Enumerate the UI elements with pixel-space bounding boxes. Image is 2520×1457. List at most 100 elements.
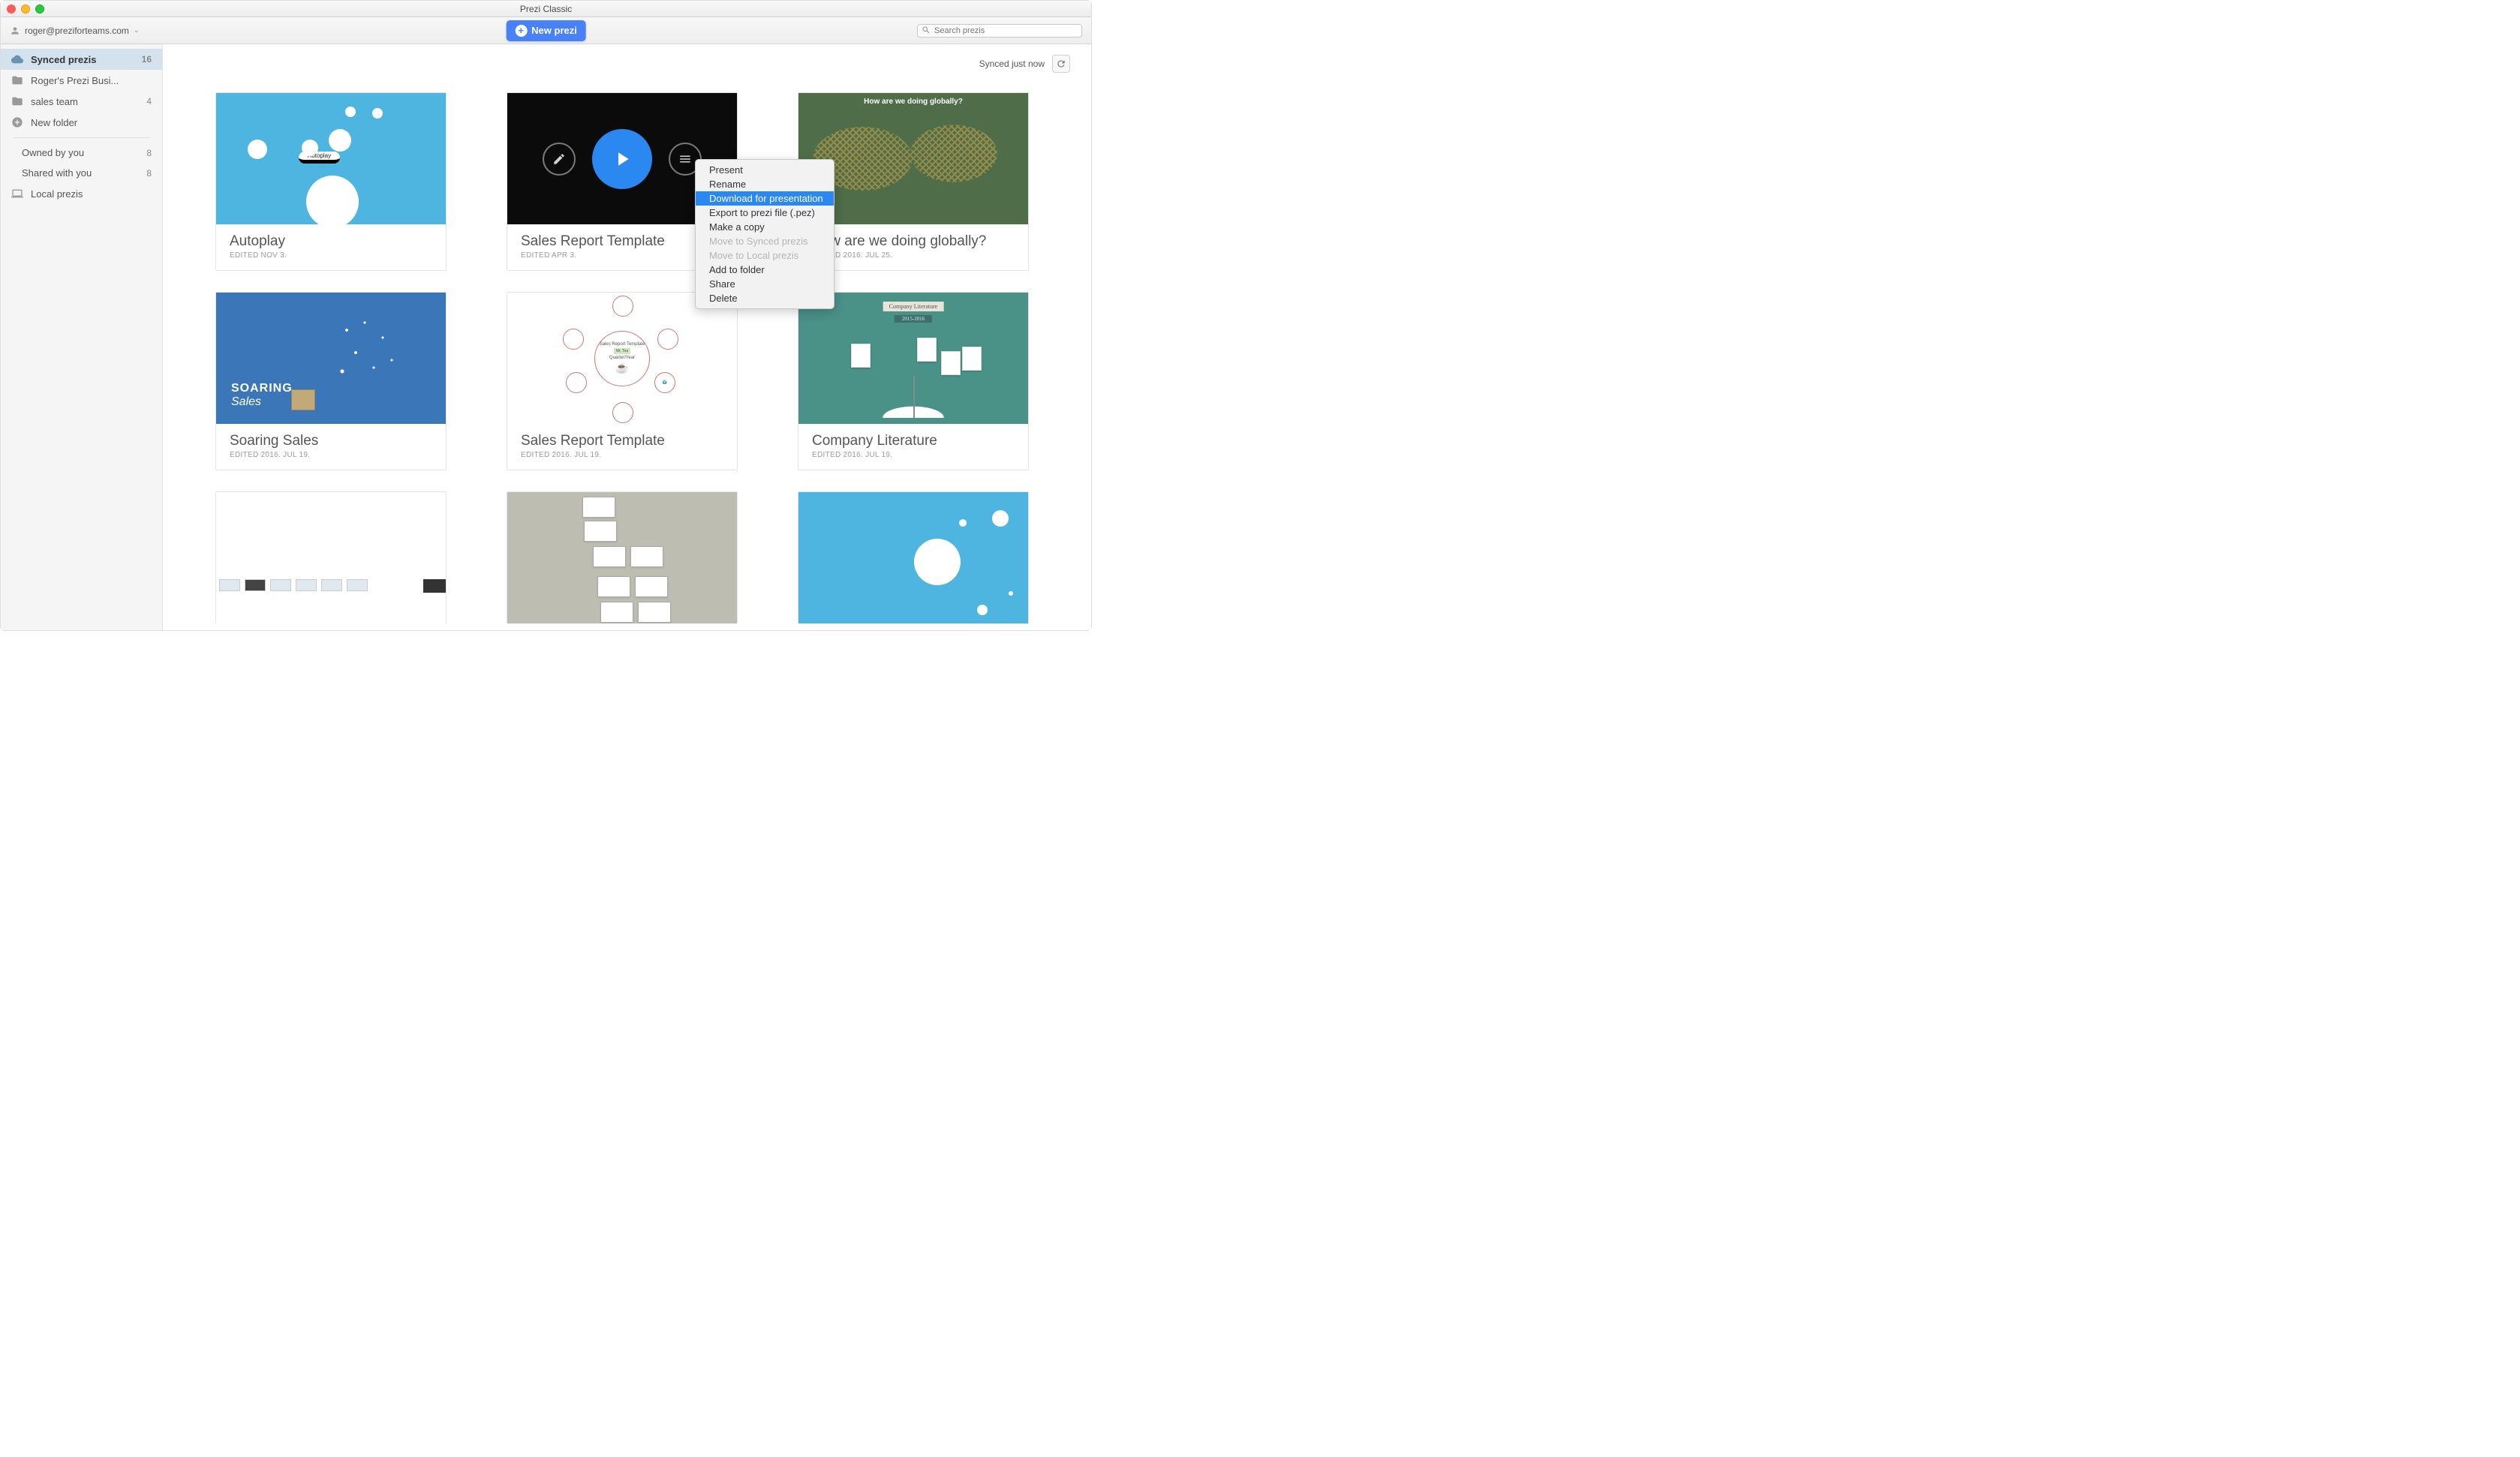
center-circle: Sales Report Template Mr. Tea Quarter/Ye…	[594, 331, 650, 386]
window-title: Prezi Classic	[520, 4, 572, 14]
prezi-card[interactable]: Autoplay Autoplay EDITED NOV 3.	[215, 92, 447, 271]
thumbnail-subbanner: 2015-2016	[895, 315, 932, 323]
card-edited: EDITED NOV 3.	[230, 251, 432, 260]
prezi-thumbnail: Company Literature 2015-2016	[798, 293, 1028, 424]
thumbnail-banner: Company Literature	[883, 302, 944, 311]
search-wrap	[917, 23, 1082, 38]
play-button[interactable]	[592, 129, 652, 189]
card-info: Autoplay EDITED NOV 3.	[216, 224, 446, 270]
orbit-node	[612, 296, 633, 317]
content-area: Synced just now Autoplay Autoplay EDITED…	[163, 44, 1091, 630]
prezi-card[interactable]	[215, 491, 447, 623]
ctx-rename[interactable]: Rename	[696, 177, 834, 191]
plus-circle-icon	[11, 116, 23, 128]
prezi-thumbnail: SOARINGSales	[216, 293, 446, 424]
card-info: Soaring Sales EDITED 2016. JUL 19.	[216, 424, 446, 470]
sidebar-filter-owned[interactable]: Owned by you 8	[1, 143, 162, 163]
user-email: roger@preziforteams.com	[25, 26, 129, 36]
sidebar-item-count: 16	[142, 54, 152, 65]
prezi-thumbnail: Autoplay	[216, 93, 446, 224]
card-info: Sales Report Template EDITED 2016. JUL 1…	[507, 424, 737, 470]
page-icon	[917, 338, 937, 362]
page-icon	[851, 344, 871, 368]
sync-status: Synced just now	[979, 55, 1070, 73]
sidebar-item-sales-team[interactable]: sales team 4	[1, 91, 162, 112]
prezi-thumbnail: Sales Report Template Mr. Tea Quarter/Ye…	[507, 293, 737, 424]
orbit-node	[566, 372, 587, 393]
ctx-make-copy[interactable]: Make a copy	[696, 220, 834, 234]
prezi-card[interactable]	[507, 491, 738, 623]
orbit-node: 🌍	[654, 372, 675, 393]
screenshot-tile	[638, 602, 671, 623]
close-window-button[interactable]	[7, 5, 16, 14]
search-icon	[922, 26, 931, 35]
card-title: Sales Report Template	[521, 233, 723, 250]
folder-icon	[11, 74, 23, 86]
card-edited: EDITED 2016. JUL 19.	[521, 451, 723, 459]
filter-label: Shared with you	[22, 167, 139, 179]
ctx-move-synced: Move to Synced prezis	[696, 234, 834, 248]
screenshot-tile	[584, 521, 617, 542]
orbit-node	[657, 329, 678, 350]
sidebar-item-local-prezis[interactable]: Local prezis	[1, 183, 162, 204]
ctx-download-for-presentation[interactable]: Download for presentation	[696, 191, 834, 206]
toolbar: roger@preziforteams.com ⌄ + New prezi	[1, 17, 1091, 44]
zoom-window-button[interactable]	[35, 5, 44, 14]
minimize-window-button[interactable]	[21, 5, 30, 14]
screenshot-tile	[597, 576, 630, 597]
ctx-add-folder[interactable]: Add to folder	[696, 263, 834, 277]
sidebar-item-label: Roger's Prezi Busi...	[31, 75, 152, 86]
new-prezi-label: New prezi	[531, 25, 577, 36]
search-input[interactable]	[917, 24, 1082, 38]
play-icon	[611, 148, 633, 170]
context-menu: Present Rename Download for presentation…	[695, 159, 834, 309]
filter-label: Owned by you	[22, 147, 139, 158]
ctx-export-pez[interactable]: Export to prezi file (.pez)	[696, 206, 834, 220]
refresh-icon	[1056, 59, 1066, 69]
box-icon	[291, 389, 315, 410]
thumbnail-element	[423, 579, 446, 593]
user-icon	[10, 26, 20, 36]
titlebar: Prezi Classic	[1, 1, 1091, 17]
cloud-icon	[11, 53, 23, 65]
sidebar-item-label: Synced prezis	[31, 54, 134, 65]
prezi-card[interactable]: SOARINGSales Soaring Sales EDITED 2016. …	[215, 292, 447, 470]
prezi-card[interactable]: Sales Report Template EDITED APR 3. Pres…	[507, 92, 738, 271]
sidebar-item-rogers-business[interactable]: Roger's Prezi Busi...	[1, 70, 162, 91]
thumbnail-strip	[219, 579, 368, 591]
ctx-present[interactable]: Present	[696, 163, 834, 177]
prezi-card[interactable]	[798, 491, 1029, 623]
ctx-move-local: Move to Local prezis	[696, 248, 834, 263]
screenshot-tile	[593, 546, 626, 567]
ctx-share[interactable]: Share	[696, 277, 834, 291]
card-title: Company Literature	[812, 433, 1015, 449]
sidebar-item-count: 4	[146, 96, 152, 107]
sync-status-text: Synced just now	[979, 59, 1045, 69]
new-prezi-button[interactable]: + New prezi	[506, 20, 586, 41]
sidebar-item-new-folder[interactable]: New folder	[1, 112, 162, 133]
edit-button[interactable]	[543, 143, 576, 176]
hamburger-icon	[678, 152, 692, 166]
user-account-dropdown[interactable]: roger@preziforteams.com ⌄	[10, 26, 139, 36]
sidebar-filter-shared[interactable]: Shared with you 8	[1, 163, 162, 183]
thumbnail-label: Autoplay	[299, 152, 340, 164]
screenshot-tile	[582, 497, 615, 518]
prezi-thumbnail	[216, 492, 446, 623]
prezi-thumbnail	[798, 492, 1028, 623]
prezi-card[interactable]: Sales Report Template Mr. Tea Quarter/Ye…	[507, 292, 738, 470]
thumbnail-text: SOARINGSales	[231, 382, 293, 409]
ctx-delete[interactable]: Delete	[696, 291, 834, 305]
prezi-card[interactable]: Company Literature 2015-2016 Company Lit…	[798, 292, 1029, 470]
card-title: Autoplay	[230, 233, 432, 250]
sidebar-item-synced-prezis[interactable]: Synced prezis 16	[1, 49, 162, 70]
card-edited: EDITED 2016. JUL 25.	[812, 251, 1015, 260]
refresh-button[interactable]	[1052, 55, 1070, 73]
card-title: Soaring Sales	[230, 433, 432, 449]
card-title: How are we doing globally?	[812, 233, 1015, 250]
sidebar-item-label: New folder	[31, 117, 152, 128]
card-title: Sales Report Template	[521, 433, 723, 449]
orbit-node	[612, 402, 633, 423]
screenshot-tile	[635, 576, 668, 597]
card-info: Company Literature EDITED 2016. JUL 19.	[798, 424, 1028, 470]
card-edited: EDITED 2016. JUL 19.	[812, 451, 1015, 459]
